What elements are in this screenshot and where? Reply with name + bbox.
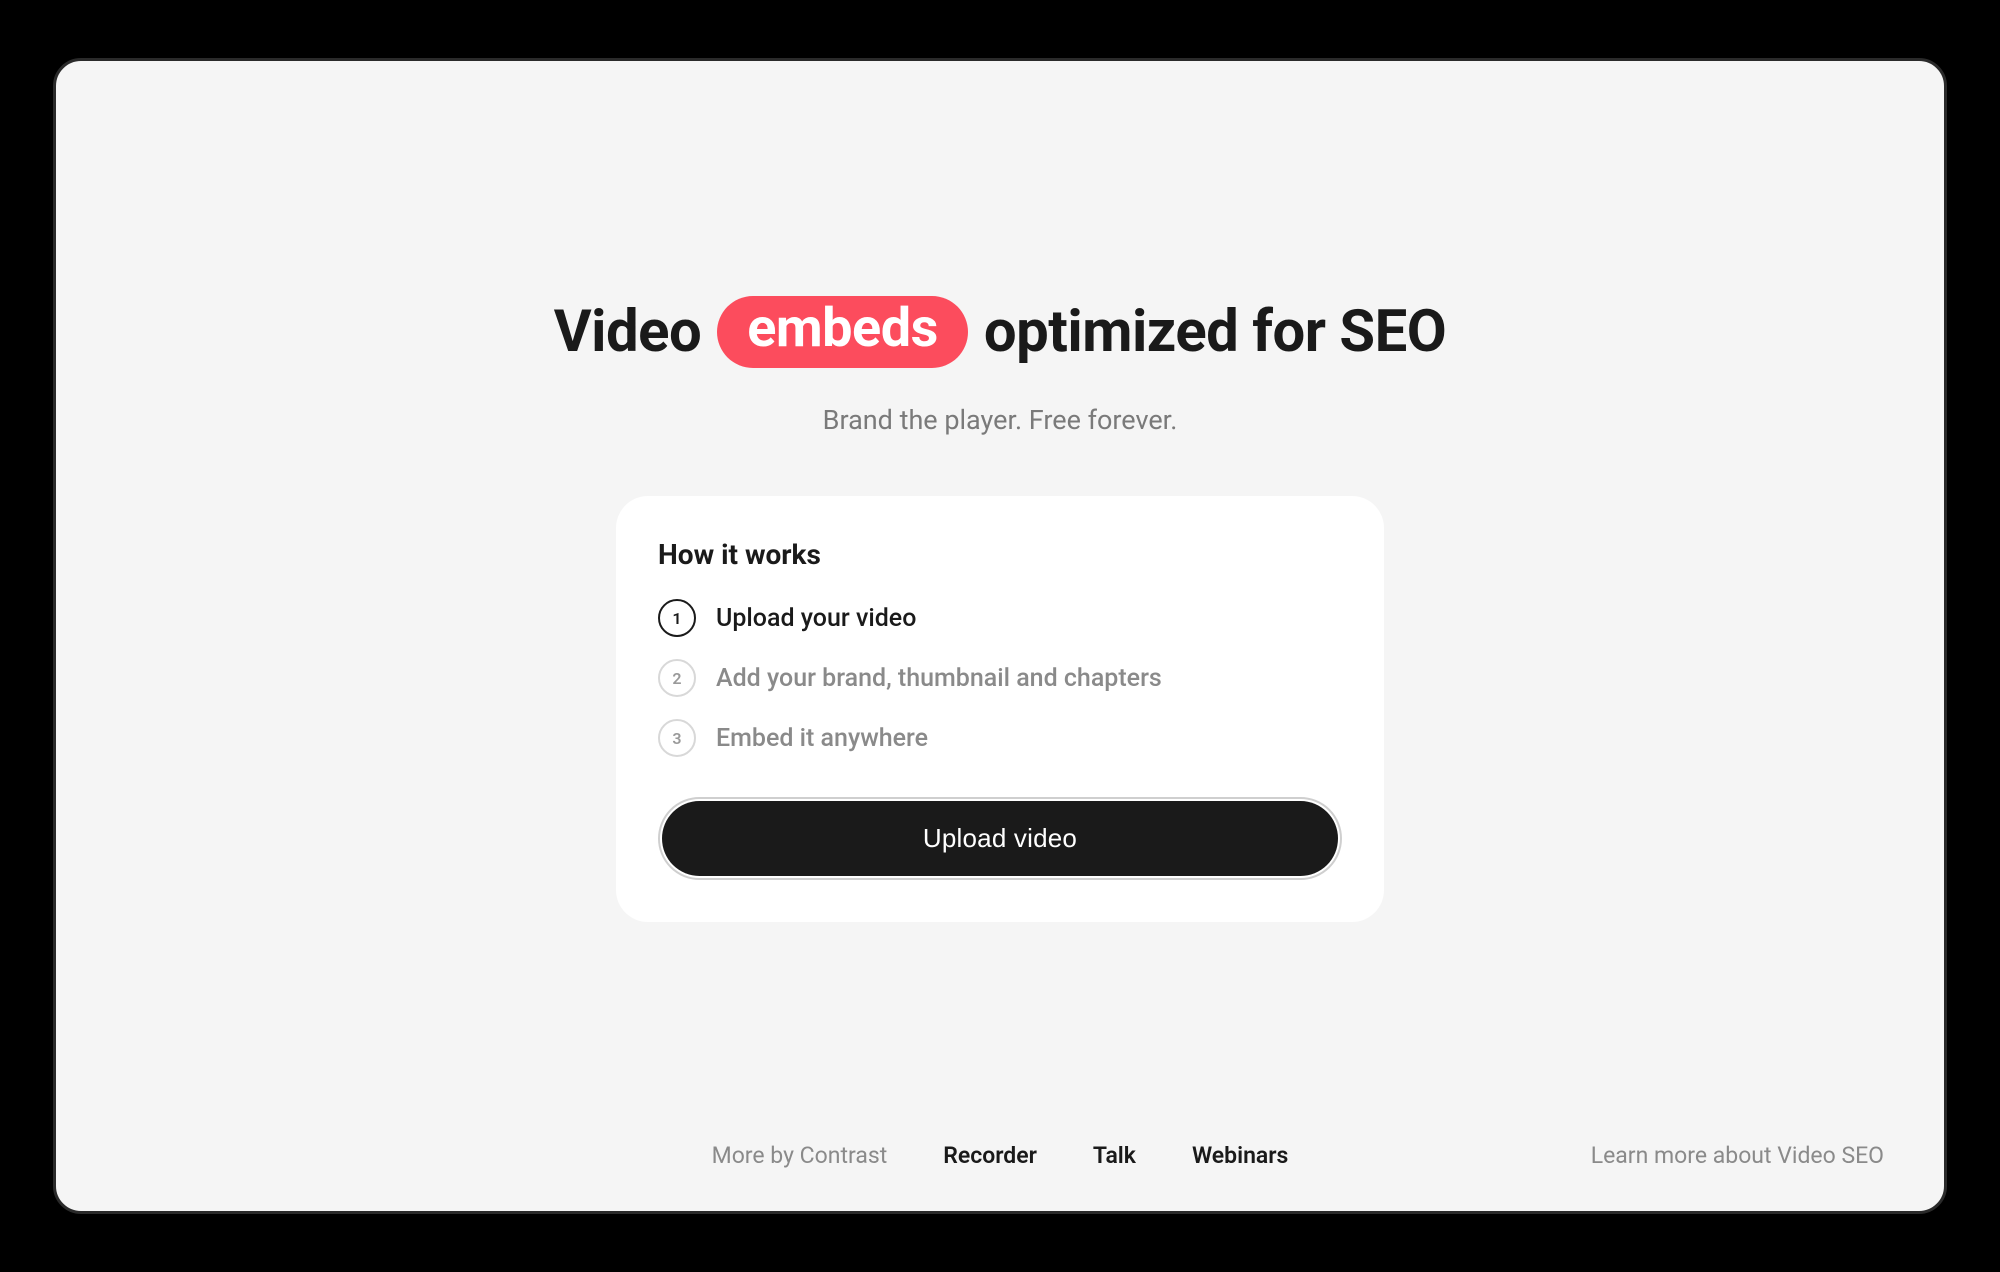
step-number-badge: 2 [658, 659, 696, 697]
footer-label: More by Contrast [712, 1142, 888, 1169]
step-label: Embed it anywhere [716, 724, 928, 753]
footer-link-talk[interactable]: Talk [1093, 1142, 1136, 1169]
step-3: 3 Embed it anywhere [658, 719, 1342, 757]
step-label: Upload your video [716, 604, 916, 633]
step-2: 2 Add your brand, thumbnail and chapters [658, 659, 1342, 697]
step-label: Add your brand, thumbnail and chapters [716, 664, 1162, 693]
step-number-badge: 1 [658, 599, 696, 637]
upload-video-button[interactable]: Upload video [662, 801, 1338, 876]
step-number-badge: 3 [658, 719, 696, 757]
footer-link-recorder[interactable]: Recorder [943, 1142, 1037, 1169]
hero: Video embeds optimized for SEO Brand the… [554, 296, 1446, 436]
step-1: 1 Upload your video [658, 599, 1342, 637]
cta-wrap: Upload video [658, 797, 1342, 880]
footer-link-webinars[interactable]: Webinars [1192, 1142, 1288, 1169]
hero-title-post: optimized for SEO [984, 298, 1446, 366]
card-title: How it works [658, 538, 1342, 571]
app-window: Video embeds optimized for SEO Brand the… [53, 58, 1947, 1214]
hero-title-pill: embeds [717, 296, 968, 368]
steps-list: 1 Upload your video 2 Add your brand, th… [658, 599, 1342, 757]
hero-title: Video embeds optimized for SEO [554, 296, 1446, 368]
hero-title-pre: Video [554, 298, 701, 366]
how-it-works-card: How it works 1 Upload your video 2 Add y… [616, 496, 1384, 922]
learn-more-link[interactable]: Learn more about Video SEO [1591, 1142, 1884, 1169]
hero-subtitle: Brand the player. Free forever. [554, 404, 1446, 436]
